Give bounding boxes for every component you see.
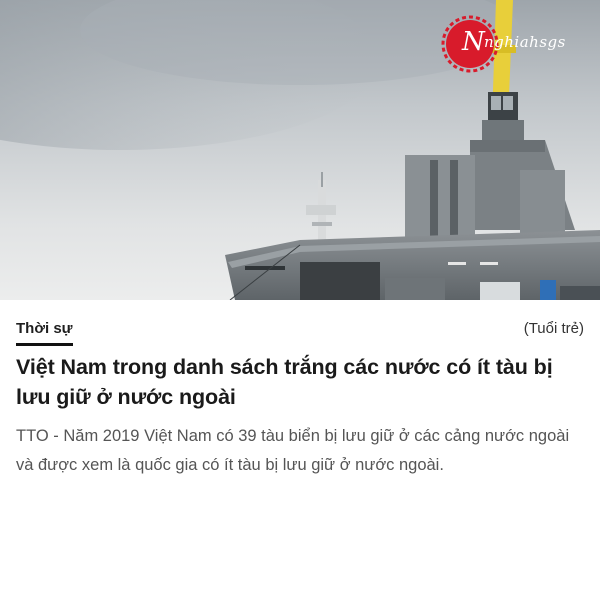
logo-initial: N	[462, 27, 485, 57]
source-label: (Tuổi trẻ)	[523, 320, 584, 337]
article-summary: TTO - Năm 2019 Việt Nam có 39 tàu biển b…	[16, 427, 570, 474]
news-card[interactable]: N nghiahsgs Thời sự (Tuổi trẻ) Việt Nam …	[0, 0, 600, 600]
logo-text: nghiahsgs	[484, 33, 566, 51]
article-meta: Thời sự (Tuổi trẻ)	[16, 318, 584, 346]
article-title[interactable]: Việt Nam trong danh sách trắng các nước …	[16, 352, 582, 412]
category-label[interactable]: Thời sự	[16, 320, 73, 346]
hero-image[interactable]: N nghiahsgs	[0, 0, 600, 300]
